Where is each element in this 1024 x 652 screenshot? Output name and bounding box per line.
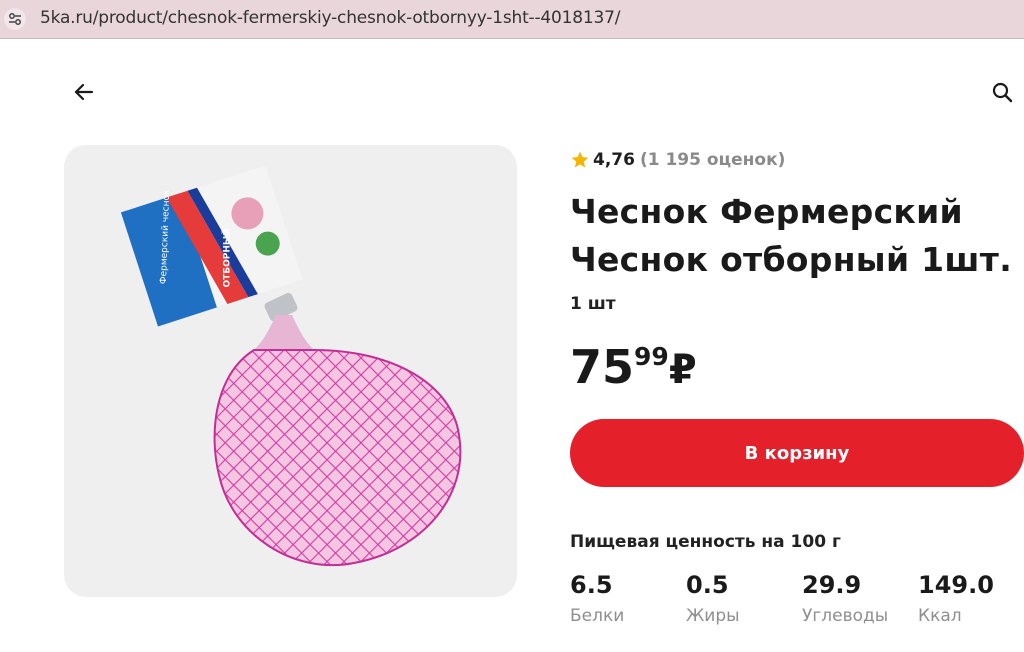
search-button[interactable]: [990, 80, 1014, 104]
price-fraction: 99: [634, 342, 669, 371]
product-image[interactable]: Фермерский чеснок ОТБОРНЫЙ: [64, 145, 517, 597]
nutrition-kcal: 149.0 Ккал: [918, 568, 1024, 626]
price: 7599₽: [570, 340, 697, 394]
nutrition-value: 0.5: [686, 571, 729, 599]
address-bar[interactable]: 5ka.ru/product/chesnok-fermerskiy-chesno…: [0, 0, 1024, 39]
nutrition-fat: 0.5 Жиры: [686, 568, 796, 626]
garlic-image: Фермерский чеснок ОТБОРНЫЙ: [120, 165, 462, 567]
price-integer: 75: [570, 340, 635, 394]
package-band-text: ОТБОРНЫЙ: [220, 228, 232, 287]
rating-count: (1 195 оценок): [639, 150, 786, 170]
nutrition-label: Жиры: [686, 606, 740, 626]
nutrition-value: 149.0: [918, 571, 994, 599]
rating[interactable]: 4,76 (1 195 оценок): [570, 148, 785, 172]
nutrition-label: Белки: [570, 606, 625, 626]
nutrition-protein: 6.5 Белки: [570, 568, 680, 626]
url-text[interactable]: 5ka.ru/product/chesnok-fermerskiy-chesno…: [40, 8, 620, 28]
product-title: Чеснок Фермерский Чеснок отборный 1шт.: [570, 192, 1013, 279]
product-unit: 1 шт: [570, 294, 616, 314]
nutrition-value: 6.5: [570, 571, 613, 599]
nutrition-title: Пищевая ценность на 100 г: [570, 532, 841, 552]
nutrition-label: Углеводы: [802, 606, 889, 626]
rating-value: 4,76: [593, 150, 635, 170]
nutrition-label: Ккал: [918, 606, 962, 626]
arrow-left-icon: [74, 83, 94, 101]
nutrition-value: 29.9: [802, 571, 862, 599]
site-settings-icon[interactable]: [4, 8, 26, 30]
back-button[interactable]: [72, 80, 96, 104]
add-to-cart-button[interactable]: В корзину: [570, 419, 1024, 487]
nutrition-carbs: 29.9 Углеводы: [802, 568, 912, 626]
star-icon: [571, 151, 589, 168]
search-icon: [992, 82, 1013, 103]
price-currency: ₽: [668, 347, 697, 393]
